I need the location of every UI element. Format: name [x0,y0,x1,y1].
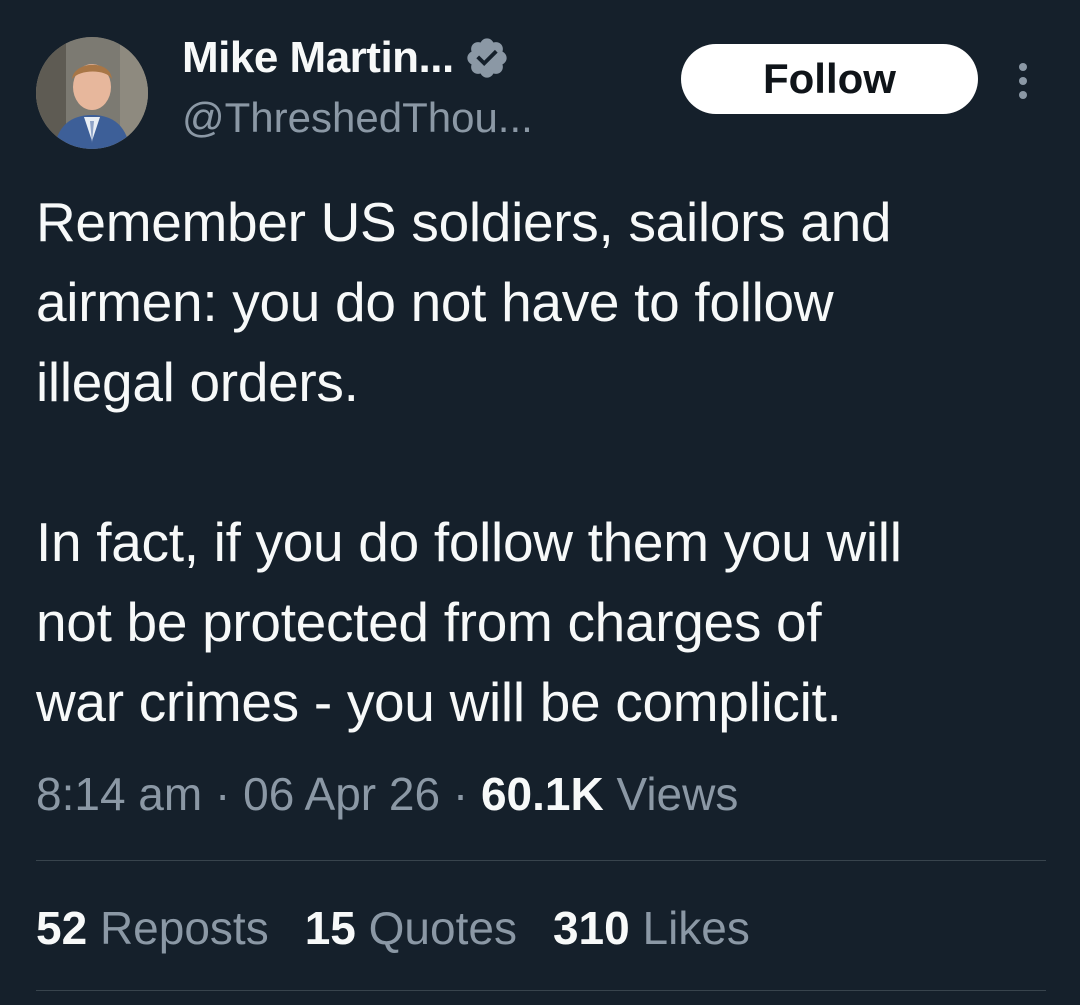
follow-button[interactable]: Follow [681,44,978,114]
tweet-text: Remember US soldiers, sailors and airmen… [36,182,1066,742]
tweet-paragraph: In fact, if you do follow them you will … [36,511,902,733]
divider [36,860,1046,861]
likes-count: 310 [552,902,630,954]
quotes-label: Quotes [368,902,517,954]
reposts-count: 52 [36,902,88,954]
reposts-stat[interactable]: 52 Reposts [36,898,269,958]
author-handle[interactable]: @ThreshedThou... [182,94,533,142]
divider [36,990,1046,991]
views-count: 60.1K [480,768,604,820]
views-label: Views [603,768,739,820]
tweet-paragraph: Remember US soldiers, sailors and airmen… [36,191,892,413]
avatar[interactable] [36,37,148,149]
tweet-card: Mike Martin... @ThreshedThou... Follow R… [0,0,1080,1005]
author-name-row[interactable]: Mike Martin... [182,30,510,86]
engagement-stats: 52 Reposts 15 Quotes 310 Likes [36,898,786,958]
verified-badge-icon [464,35,510,81]
author-display-name[interactable]: Mike Martin... [182,33,454,83]
tweet-time[interactable]: 8:14 am [36,768,202,820]
quotes-stat[interactable]: 15 Quotes [305,898,517,958]
tweet-date[interactable]: 06 Apr 26 [243,768,440,820]
meta-separator: · [202,768,244,820]
meta-separator: · [440,768,481,820]
reposts-label: Reposts [99,902,269,954]
likes-label: Likes [642,902,750,954]
tweet-meta: 8:14 am · 06 Apr 26 · 60.1K Views [36,764,738,824]
quotes-count: 15 [304,902,356,954]
likes-stat[interactable]: 310 Likes [553,898,750,958]
more-vertical-icon[interactable] [1008,58,1038,104]
